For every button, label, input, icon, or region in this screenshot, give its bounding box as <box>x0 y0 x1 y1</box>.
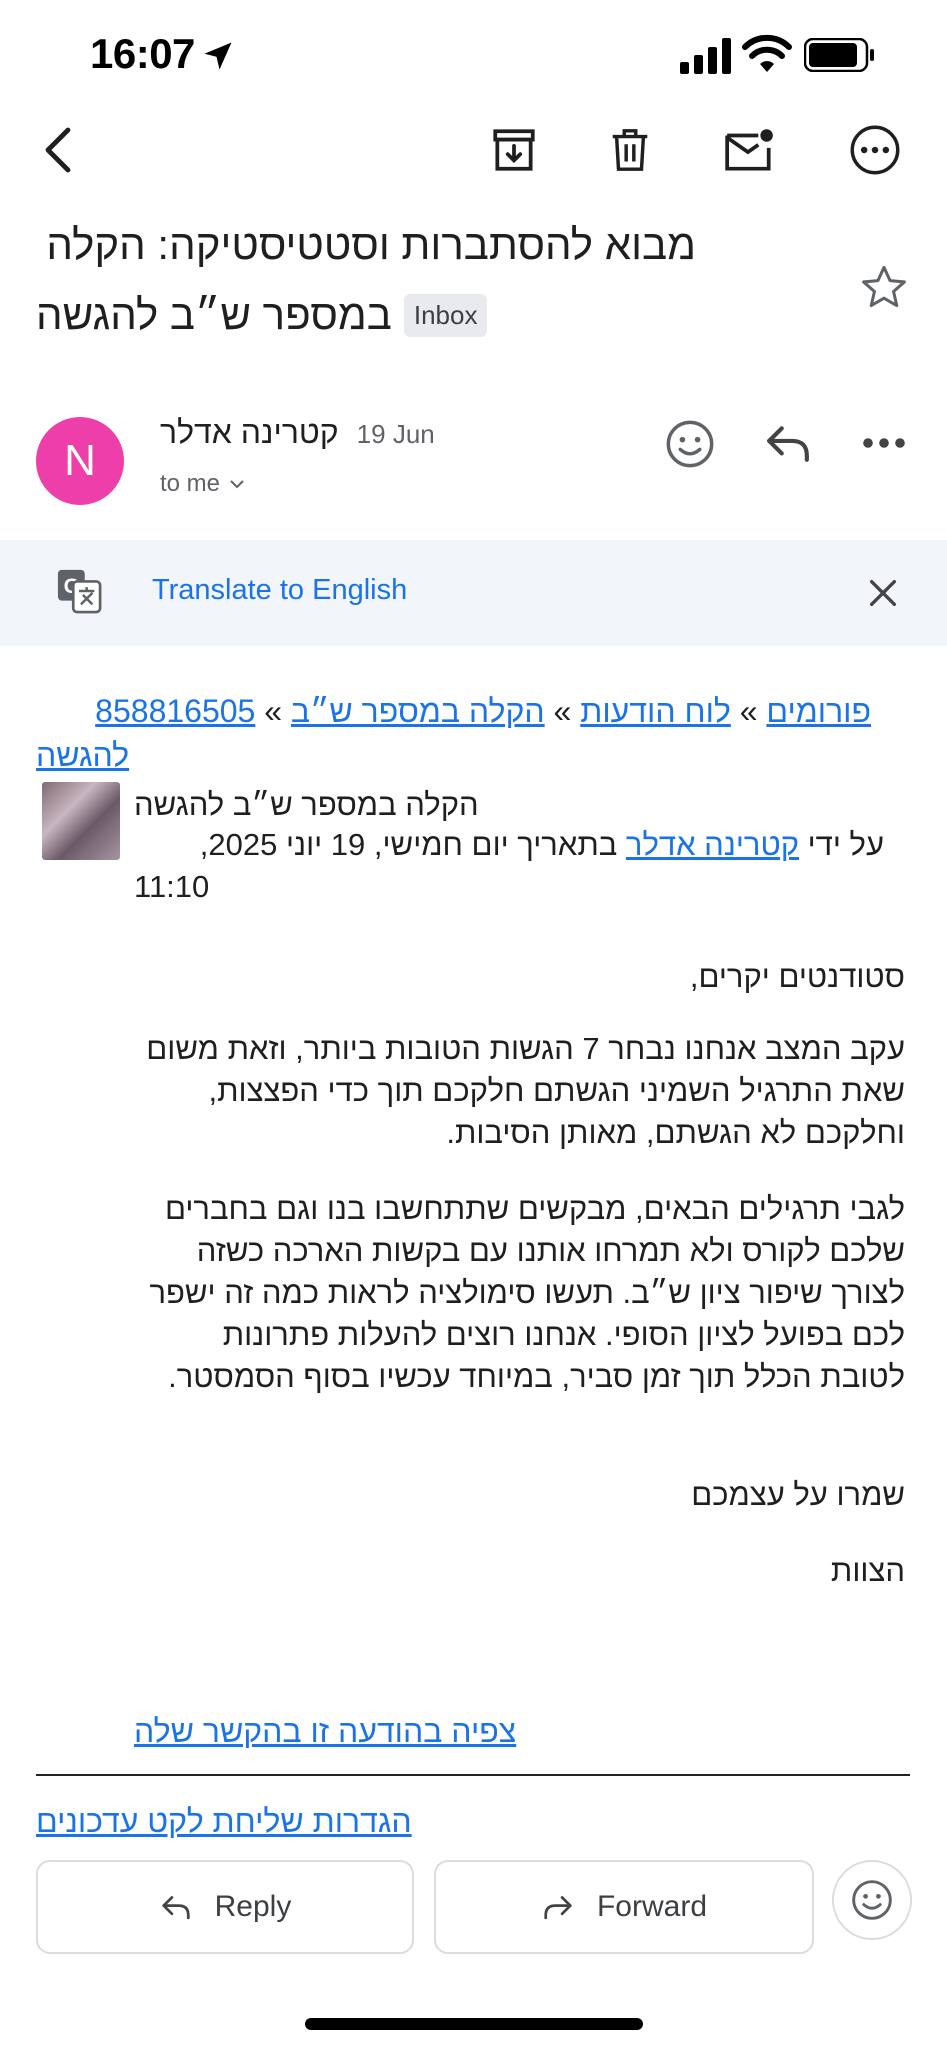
back-button[interactable] <box>28 120 88 180</box>
message-signature: הצוות <box>830 1553 905 1588</box>
divider <box>36 1774 910 1776</box>
wifi-icon <box>742 34 792 72</box>
sender-date: 19 Jun <box>356 419 435 449</box>
recipient-label: to me <box>160 470 221 497</box>
post-meta: על ידי קטרינה אדלר בתאריך יום חמישי, 19 … <box>134 824 884 866</box>
reply-button[interactable]: Reply <box>36 1860 414 1954</box>
more-options-button[interactable] <box>845 120 905 180</box>
message-closing: שמרו על עצמכם <box>691 1477 905 1512</box>
emoji-icon <box>852 1880 892 1920</box>
breadcrumb: פורומים » לוח הודעות » הקלה במספר ש״ב » … <box>36 690 871 732</box>
reply-label: Reply <box>214 1890 292 1923</box>
author-avatar-thumbnail <box>42 782 120 860</box>
view-in-context-link[interactable]: צפיה בהודעה זו בהקשר שלה <box>134 1710 516 1752</box>
translate-icon: G <box>57 569 102 614</box>
chevron-down-icon <box>230 480 244 489</box>
close-icon[interactable] <box>866 576 900 610</box>
translate-bar <box>0 540 947 646</box>
post-time: 11:10 <box>134 869 210 904</box>
reply-icon[interactable] <box>762 420 814 466</box>
digest-settings-link[interactable]: הגדרות שליחת לקט עדכונים <box>36 1800 412 1842</box>
sender-name: קטרינה אדלר <box>160 414 339 450</box>
mark-unread-button[interactable] <box>720 120 780 180</box>
forward-button[interactable]: Forward <box>434 1860 814 1954</box>
back-arrow-icon <box>45 127 71 173</box>
sender-row[interactable]: קטרינה אדלר 19 Jun <box>160 414 435 451</box>
status-time: 16:07 <box>90 30 195 77</box>
post-date: בתאריך יום חמישי, 19 יוני 2025, <box>199 827 618 862</box>
message-paragraph-1: עקב המצב אנחנו נבחר 7 הגשות הטובות ביותר… <box>146 1031 905 1150</box>
breadcrumb-separator: » <box>553 693 572 729</box>
recipient-details-toggle[interactable]: to me <box>160 470 246 498</box>
inbox-label-badge[interactable]: Inbox <box>403 293 488 337</box>
email-subject-line2-row: במספר ש״ב להגשה Inbox <box>36 280 488 350</box>
message-paragraph-2: לגבי תרגילים הבאים, מבקשים שתתחשבו בנו ו… <box>149 1191 905 1394</box>
translate-to-english-link[interactable]: Translate to English <box>152 574 407 607</box>
home-indicator[interactable] <box>305 2018 643 2030</box>
archive-icon <box>493 129 535 171</box>
breadcrumb-thread-link-continued[interactable]: להגשה <box>36 734 129 776</box>
reply-icon <box>162 1896 190 1920</box>
breadcrumb-separator: » <box>264 693 283 729</box>
message-greeting: סטודנטים יקרים, <box>689 959 905 994</box>
breadcrumb-id-link[interactable]: 858816505 <box>95 693 255 729</box>
forward-label: Forward <box>596 1890 708 1923</box>
battery-icon <box>804 38 874 72</box>
email-subject-continued: במספר ש״ב להגשה <box>36 291 392 338</box>
post-title: הקלה במספר ש״ב להגשה <box>134 787 479 822</box>
breadcrumb-forums-link[interactable]: פורומים <box>766 693 871 729</box>
more-options-icon <box>850 125 900 175</box>
email-subject: מבוא להסתברות וסטטיסטיקה: הקלה <box>46 221 696 268</box>
sender-avatar[interactable]: N <box>36 417 124 505</box>
delete-button[interactable] <box>600 120 660 180</box>
star-icon[interactable] <box>858 262 910 314</box>
post-by-prefix: על ידי <box>807 827 884 862</box>
cellular-signal-icon <box>680 38 731 74</box>
trash-icon <box>612 129 648 171</box>
archive-button[interactable] <box>484 120 544 180</box>
mark-unread-icon <box>725 129 773 171</box>
emoji-react-icon[interactable] <box>664 418 716 470</box>
emoji-react-button[interactable] <box>832 1860 912 1940</box>
location-arrow-icon <box>204 42 232 70</box>
breadcrumb-separator: » <box>739 693 758 729</box>
breadcrumb-board-link[interactable]: לוח הודעות <box>580 693 731 729</box>
breadcrumb-thread-link[interactable]: הקלה במספר ש״ב <box>291 693 545 729</box>
post-author-link[interactable]: קטרינה אדלר <box>626 827 799 862</box>
more-horizontal-icon[interactable] <box>860 428 908 458</box>
forward-icon <box>544 1896 572 1920</box>
